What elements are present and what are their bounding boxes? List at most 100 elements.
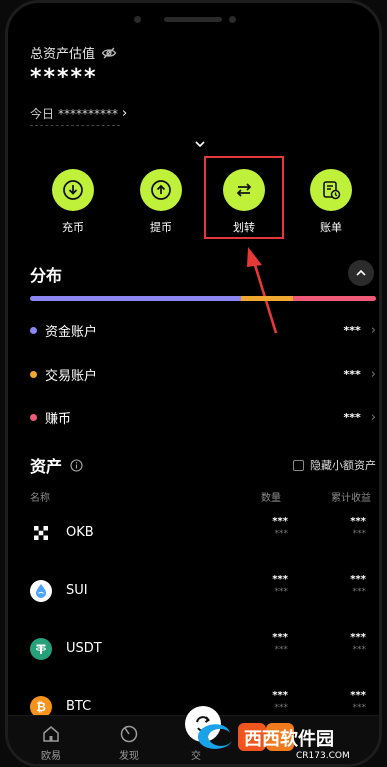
earn-dot xyxy=(30,413,37,421)
asset-row-okb[interactable]: OKB *** *** *** *** xyxy=(30,516,376,552)
account-value: *** xyxy=(343,410,361,424)
asset-name: SUI xyxy=(66,583,88,598)
account-label: 赚币 xyxy=(45,411,72,427)
distribution-segment-funding xyxy=(30,296,242,301)
total-assets-label: 总资产估值 xyxy=(30,43,117,62)
pnl-sub: *** xyxy=(352,703,367,713)
today-label: 今日 xyxy=(30,107,55,121)
deposit-label: 充币 xyxy=(62,221,84,234)
dashed-divider xyxy=(30,125,120,126)
withdraw-circle[interactable] xyxy=(140,169,182,211)
chevron-right-icon: › xyxy=(370,366,376,382)
distribution-bar xyxy=(30,296,376,301)
column-name: 名称 xyxy=(30,493,50,504)
asset-name: BTC xyxy=(66,699,92,714)
asset-name: USDT xyxy=(66,641,102,656)
bill-icon xyxy=(323,181,341,200)
usdt-icon xyxy=(30,638,52,660)
tab-label: 欧易 xyxy=(41,751,61,762)
quantity-value: *** xyxy=(272,574,288,585)
bill-label: 账单 xyxy=(320,221,342,234)
trading-dot xyxy=(30,370,37,378)
bill-circle[interactable] xyxy=(310,169,352,211)
quantity-value: *** xyxy=(272,690,288,701)
asset-quantity: *** *** xyxy=(248,574,288,597)
account-row-funding[interactable]: 资金账户 *** › xyxy=(30,320,376,340)
pnl-value: *** xyxy=(350,690,366,701)
pnl-sub: *** xyxy=(352,645,367,655)
asset-quantity: *** *** xyxy=(248,516,288,539)
bill-button[interactable]: 账单 xyxy=(301,169,361,235)
deposit-icon xyxy=(63,180,83,200)
account-label: 交易账户 xyxy=(45,368,98,384)
eye-off-icon[interactable] xyxy=(101,45,117,61)
column-pnl: 累计收益 xyxy=(331,493,371,504)
asset-name: OKB xyxy=(66,525,94,540)
asset-pnl: *** *** xyxy=(326,632,366,655)
home-icon xyxy=(43,726,59,742)
total-assets-text: 总资产估值 xyxy=(30,47,96,62)
distribution-title: 分布 xyxy=(30,266,63,285)
notch xyxy=(133,13,254,27)
hide-small-label: 隐藏小额资产 xyxy=(310,459,376,472)
account-value: *** xyxy=(343,367,361,381)
sui-icon xyxy=(30,580,52,602)
today-value: ********** xyxy=(58,106,119,121)
pnl-value: *** xyxy=(350,632,366,643)
withdraw-label: 提币 xyxy=(150,221,172,234)
watermark-brand: 西西软件园 xyxy=(244,728,334,750)
collapse-button[interactable] xyxy=(348,260,374,286)
quantity-value: *** xyxy=(272,632,288,643)
highlight-box xyxy=(204,156,284,239)
asset-pnl: *** *** xyxy=(326,574,366,597)
asset-quantity: *** *** xyxy=(248,690,288,713)
asset-row-sui[interactable]: SUI *** *** *** *** xyxy=(30,574,376,610)
tab-discover[interactable]: 发现 xyxy=(104,724,154,762)
tab-label: 发现 xyxy=(119,751,139,762)
deposit-circle[interactable] xyxy=(52,169,94,211)
account-value: *** xyxy=(343,323,361,337)
chevron-up-icon xyxy=(356,269,366,276)
account-row-trading[interactable]: 交易账户 *** › xyxy=(30,364,376,384)
asset-pnl: *** *** xyxy=(326,516,366,539)
pnl-sub: *** xyxy=(352,587,367,597)
withdraw-icon xyxy=(151,180,171,200)
today-pnl[interactable]: 今日 ********** › xyxy=(30,105,127,122)
tab-home[interactable]: 欧易 xyxy=(26,724,76,762)
quantity-sub: *** xyxy=(274,587,289,597)
camera-dot xyxy=(133,16,141,23)
account-row-earn[interactable]: 赚币 *** › xyxy=(30,407,376,427)
quantity-sub: *** xyxy=(274,703,289,713)
assets-header: 资产 隐藏小额资产 xyxy=(30,453,376,477)
withdraw-button[interactable]: 提币 xyxy=(131,169,191,235)
asset-quantity: *** *** xyxy=(248,632,288,655)
asset-row-usdt[interactable]: USDT *** *** *** *** xyxy=(30,632,376,668)
quantity-value: *** xyxy=(272,516,288,527)
pnl-value: *** xyxy=(350,516,366,527)
quantity-sub: *** xyxy=(274,529,289,539)
asset-pnl: *** *** xyxy=(326,690,366,713)
chevron-right-icon: › xyxy=(370,409,376,425)
chevron-right-icon: › xyxy=(370,322,376,338)
info-icon[interactable] xyxy=(70,458,83,472)
distribution-segment-trading xyxy=(241,296,293,301)
hide-small-assets-toggle[interactable]: 隐藏小额资产 xyxy=(293,457,376,473)
pnl-value: *** xyxy=(350,574,366,585)
watermark-logo-icon: 西西软件园 xyxy=(198,723,334,751)
watermark-site: CR173.COM xyxy=(296,751,350,761)
phone-frame: 总资产估值 ***** 今日 ********** › 充币 提币 划转 账单 … xyxy=(5,0,382,767)
sensor-dot xyxy=(228,16,236,23)
assets-title: 资产 xyxy=(30,457,63,476)
deposit-button[interactable]: 充币 xyxy=(43,169,103,235)
funding-dot xyxy=(30,326,37,334)
distribution-segment-earn xyxy=(292,296,376,301)
chevron-right-icon: › xyxy=(122,106,128,121)
hide-small-checkbox[interactable] xyxy=(293,459,304,471)
pnl-sub: *** xyxy=(352,529,367,539)
chevron-down-icon[interactable] xyxy=(194,139,206,149)
speaker-bar xyxy=(163,17,222,22)
total-assets-value: ***** xyxy=(30,65,98,90)
column-quantity: 数量 xyxy=(261,493,281,504)
okb-icon xyxy=(30,522,52,544)
quantity-sub: *** xyxy=(274,645,289,655)
